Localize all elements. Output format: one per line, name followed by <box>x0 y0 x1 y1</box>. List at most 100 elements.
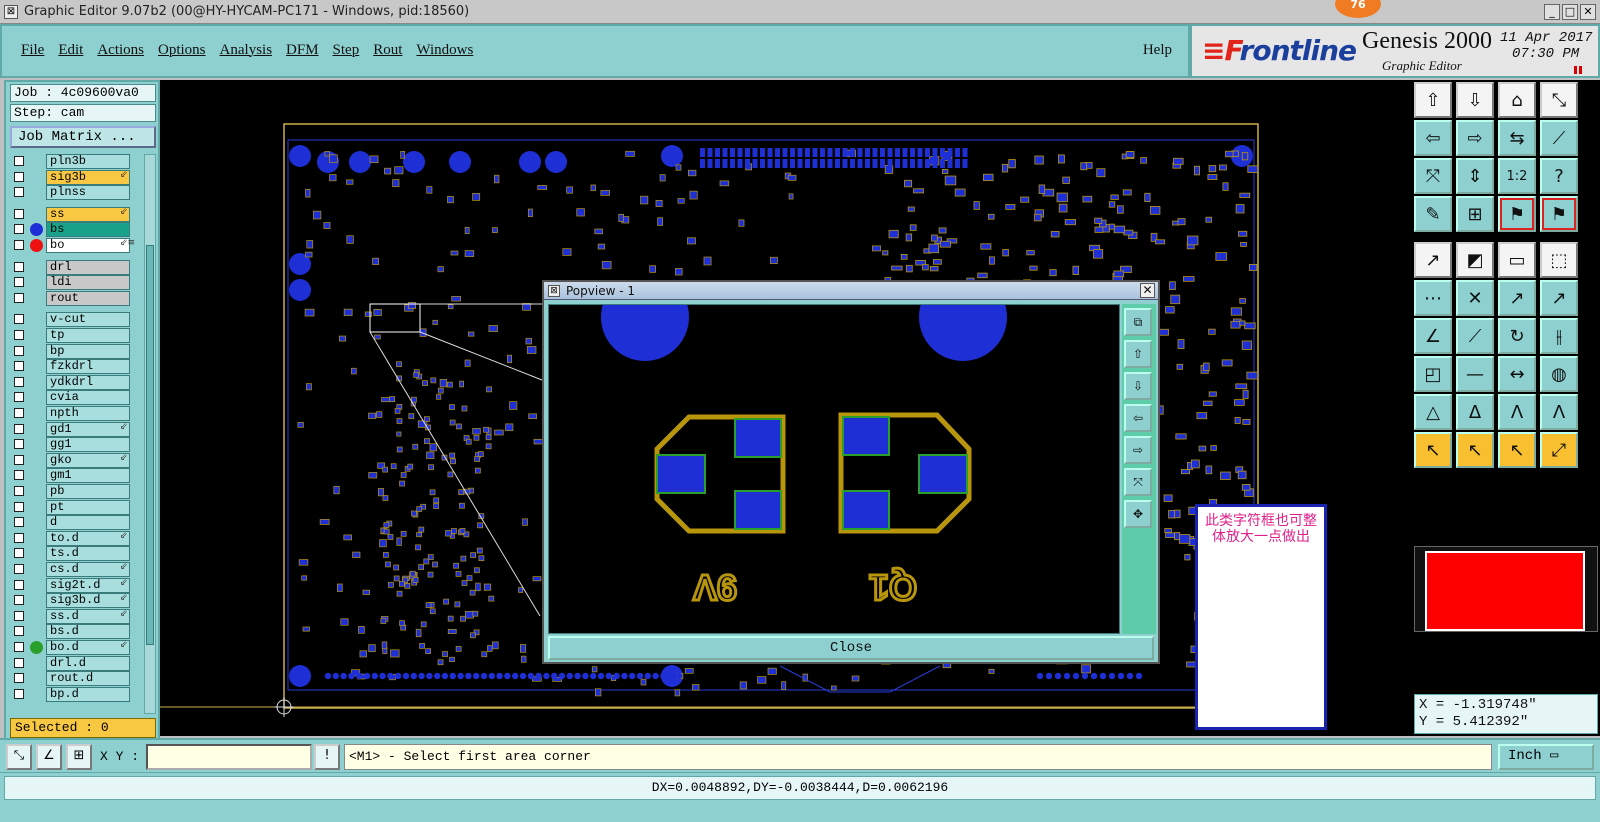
layer-checkbox[interactable] <box>14 240 24 250</box>
layer-checkbox[interactable] <box>14 187 24 198</box>
edit-tool-19-icon[interactable]: Λ <box>1498 394 1536 430</box>
popview-close-button[interactable]: Close <box>548 636 1154 660</box>
layer-row[interactable]: sig2t.d ⇙ <box>10 577 140 593</box>
edit-tool-21-icon[interactable]: ↖ <box>1414 432 1452 468</box>
layer-checkbox[interactable] <box>14 517 24 528</box>
view-tool-6-icon[interactable]: ⇨ <box>1456 120 1494 156</box>
layer-row[interactable]: ss ⇙ <box>10 206 140 222</box>
unit-selector[interactable]: Inch ▭ <box>1498 744 1594 770</box>
minimap[interactable] <box>1414 546 1598 632</box>
view-tool-16-icon[interactable]: ⚑ <box>1540 196 1578 232</box>
layer-checkbox[interactable] <box>14 376 24 387</box>
layer-name[interactable]: drl <box>46 259 130 275</box>
maximize-button[interactable]: □ <box>1562 4 1578 20</box>
layer-scrollbar[interactable] <box>144 154 156 714</box>
layer-row[interactable]: pt <box>10 499 140 515</box>
layer-checkbox[interactable] <box>14 595 24 606</box>
layer-name[interactable]: cvia <box>46 390 130 406</box>
job-matrix-button[interactable]: Job Matrix ... <box>10 126 156 148</box>
layer-row[interactable]: bo.d ⇙ <box>10 640 140 655</box>
edit-tool-16-icon[interactable]: ◍ <box>1540 356 1578 392</box>
layer-row[interactable]: fzkdrl <box>10 359 140 375</box>
edit-tool-5-icon[interactable]: ⋯ <box>1414 280 1452 316</box>
popview-zoom-icon[interactable]: ⧉ <box>1124 308 1152 336</box>
layer-name[interactable]: ts.d <box>46 546 130 562</box>
layer-name[interactable]: pb <box>46 484 130 499</box>
layer-checkbox[interactable] <box>14 439 24 450</box>
layer-row[interactable]: v-cut <box>10 312 140 328</box>
layer-checkbox[interactable] <box>14 208 24 219</box>
layer-checkbox[interactable] <box>14 532 24 543</box>
layer-name[interactable]: cs.d <box>46 562 130 577</box>
edit-tool-14-icon[interactable]: — <box>1456 356 1494 392</box>
layer-row[interactable]: gko ⇙ <box>10 452 140 468</box>
layer-name[interactable]: bs.d <box>46 624 130 640</box>
layer-checkbox[interactable] <box>14 564 24 574</box>
edit-tool-24-icon[interactable]: ⤢ <box>1540 432 1578 468</box>
minimap-viewport[interactable] <box>1425 551 1585 631</box>
menu-rout[interactable]: Rout <box>366 42 409 59</box>
layer-checkbox[interactable] <box>14 330 24 340</box>
layer-checkbox[interactable] <box>14 392 24 403</box>
layer-name[interactable]: rout.d <box>46 671 130 687</box>
grid-icon[interactable]: ⊞ <box>66 744 92 770</box>
view-tool-10-icon[interactable]: ⇕ <box>1456 158 1494 194</box>
layer-checkbox[interactable] <box>14 486 24 496</box>
layer-name[interactable]: gko <box>46 452 130 468</box>
layer-name[interactable]: sig3b <box>46 169 130 185</box>
layer-row[interactable]: pln3b <box>10 154 140 169</box>
edit-tool-15-icon[interactable]: ↔ <box>1498 356 1536 392</box>
edit-tool-13-icon[interactable]: ◰ <box>1414 356 1452 392</box>
layer-name[interactable]: gg1 <box>46 437 130 453</box>
layer-row[interactable]: d <box>10 515 140 531</box>
menu-edit[interactable]: Edit <box>51 42 90 59</box>
view-tool-1-icon[interactable]: ⇧ <box>1414 82 1452 118</box>
popview-up-icon[interactable]: ⇧ <box>1124 340 1152 368</box>
layer-name[interactable]: tp <box>46 328 130 343</box>
layer-row[interactable]: plnss <box>10 185 140 201</box>
layer-row[interactable]: sig3b.d ⇙ <box>10 593 140 609</box>
layer-row[interactable]: drl.d <box>10 655 140 671</box>
layer-row[interactable]: bs <box>10 222 140 238</box>
layer-name[interactable]: drl.d <box>46 655 130 671</box>
layer-row[interactable]: ss.d ⇙ <box>10 608 140 624</box>
layer-checkbox[interactable] <box>14 642 24 652</box>
layer-checkbox[interactable] <box>14 292 24 303</box>
edit-tool-9-icon[interactable]: ∠ <box>1414 318 1452 354</box>
layer-name[interactable]: to.d <box>46 530 130 546</box>
layer-name[interactable]: bs <box>46 222 130 238</box>
popview-down-icon[interactable]: ⇩ <box>1124 372 1152 400</box>
layer-name[interactable]: pt <box>46 499 130 515</box>
layer-name[interactable]: rout <box>46 290 130 306</box>
layer-row[interactable]: tp <box>10 328 140 343</box>
popview-left-icon[interactable]: ⇦ <box>1124 404 1152 432</box>
layer-checkbox[interactable] <box>14 423 24 434</box>
layer-row[interactable]: sig3b ⇙ <box>10 169 140 185</box>
layer-name[interactable]: sig2t.d <box>46 577 130 593</box>
popview-close-icon[interactable]: ✕ <box>1140 283 1155 298</box>
edit-tool-20-icon[interactable]: Λ <box>1540 394 1578 430</box>
layer-row[interactable]: pb <box>10 484 140 499</box>
edit-tool-11-icon[interactable]: ↻ <box>1498 318 1536 354</box>
view-tool-11-icon[interactable]: 1:2 <box>1498 158 1536 194</box>
layer-row[interactable]: ldi <box>10 275 140 291</box>
layer-name[interactable]: gm1 <box>46 468 130 484</box>
view-tool-14-icon[interactable]: ⊞ <box>1456 196 1494 232</box>
layer-row[interactable]: to.d ⇙ <box>10 530 140 546</box>
layer-checkbox[interactable] <box>14 454 24 465</box>
view-tool-13-icon[interactable]: ✎ <box>1414 196 1452 232</box>
layer-row[interactable]: cs.d ⇙ <box>10 562 140 577</box>
edit-tool-23-icon[interactable]: ↖ <box>1498 432 1536 468</box>
menu-dfm[interactable]: DFM <box>279 42 326 59</box>
edit-tool-2-icon[interactable]: ◩ <box>1456 242 1494 278</box>
view-tool-15-icon[interactable]: ⚑ <box>1498 196 1536 232</box>
layer-checkbox[interactable] <box>14 688 24 699</box>
layer-name[interactable]: plnss <box>46 185 130 201</box>
layer-checkbox[interactable] <box>14 626 24 637</box>
view-tool-2-icon[interactable]: ⇩ <box>1456 82 1494 118</box>
layer-row[interactable]: rout.d <box>10 671 140 687</box>
layer-checkbox[interactable] <box>14 610 24 621</box>
edit-tool-12-icon[interactable]: ⫲ <box>1540 318 1578 354</box>
view-tool-8-icon[interactable]: ⟋ <box>1540 120 1578 156</box>
edit-tool-22-icon[interactable]: ↖ <box>1456 432 1494 468</box>
